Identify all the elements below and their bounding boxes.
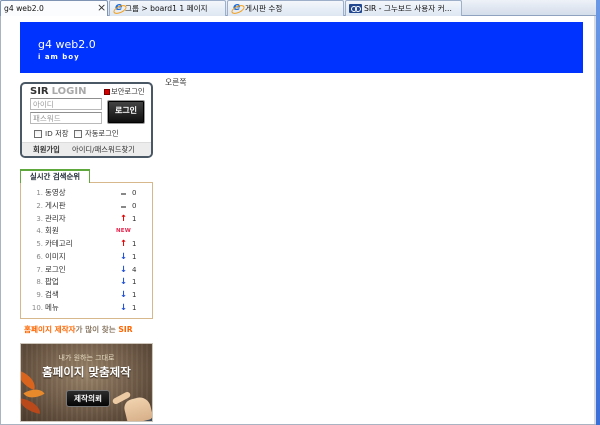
secure-login-link[interactable]: 보안로그인 xyxy=(111,87,145,97)
main-content-text: 오른쪽 xyxy=(165,78,187,87)
secure-login-icon[interactable] xyxy=(104,89,110,95)
trend-up-icon xyxy=(120,238,128,251)
site-title[interactable]: g4 web2.0 xyxy=(38,38,96,51)
rank-number: 5. xyxy=(36,240,43,248)
login-box: SIRLOGIN 보안로그인 로그인 ID 저장 자동로그인 회원가입 아이디/… xyxy=(20,82,153,158)
tab-board1-page[interactable]: 그룹 > board1 1 페이지 xyxy=(109,0,226,16)
window-border-left xyxy=(0,16,1,425)
rank-keyword-link[interactable]: 로그인 xyxy=(45,264,66,277)
rank-number: 6. xyxy=(36,252,43,261)
ranking-tab[interactable]: 실시간 검색순위 xyxy=(20,169,90,183)
ranking-item[interactable]: 6.이미지 1 xyxy=(21,251,152,264)
tab-g4-web20[interactable]: g4 web2.0 xyxy=(0,0,108,16)
rank-change-count: 1 xyxy=(132,252,137,261)
trend-down-icon xyxy=(120,276,128,289)
user-id-input[interactable] xyxy=(30,98,102,110)
ranking-item[interactable]: 1. 동영상 0 xyxy=(21,187,152,200)
login-title: SIR LOGIN xyxy=(30,86,86,98)
rank-number: 8. xyxy=(36,278,43,287)
browser-tab-bar: g4 web2.0 그룹 > board1 1 페이지 게시판 수정 SIR -… xyxy=(0,0,596,16)
rank-change-count: 1 xyxy=(132,214,137,223)
tab-title: 그룹 > board1 1 페이지 xyxy=(125,4,208,13)
trend-down-icon xyxy=(120,251,128,264)
promo-text[interactable]: 홈페이지 제작자가 많이 찾는 SIR xyxy=(24,324,153,335)
pointing-hand-image xyxy=(122,395,152,421)
join-link[interactable]: 회원가입 xyxy=(33,144,60,155)
tab-title: SIR - 그누보드 사용자 커... xyxy=(364,4,452,13)
tab-sir-community[interactable]: SIR - 그누보드 사용자 커... xyxy=(345,0,462,16)
find-account-link[interactable]: 아이디/패스워드찾기 xyxy=(72,144,135,155)
trend-up-icon xyxy=(120,213,128,226)
trend-same-icon xyxy=(120,187,128,200)
ranking-item[interactable]: 5.카테고리 1 xyxy=(21,238,152,251)
rank-change-count: 0 xyxy=(132,189,137,197)
password-input[interactable] xyxy=(30,112,102,124)
rank-keyword-link[interactable]: 동영상 xyxy=(45,187,66,200)
ranking-list: 1.동영상02.게시판03.관리자14.회원NEW5.카테고리16.이미지17.… xyxy=(21,187,152,315)
tab-title: 게시판 수정 xyxy=(245,4,283,13)
request-production-button[interactable]: 제작의뢰 xyxy=(66,390,110,407)
ranking-box: 1.동영상02.게시판03.관리자14.회원NEW5.카테고리16.이미지17.… xyxy=(20,182,153,319)
login-button[interactable]: 로그인 xyxy=(107,100,145,124)
ranking-item[interactable]: 7.로그인 4 xyxy=(21,264,152,277)
ranking-item[interactable]: 9.검색 1 xyxy=(21,289,152,302)
login-footer: 회원가입 아이디/패스워드찾기 xyxy=(22,142,151,156)
tab-board-edit[interactable]: 게시판 수정 xyxy=(227,0,344,16)
banner-tagline: 내가 원하는 그대로 xyxy=(58,354,115,362)
rank-keyword-link[interactable]: 이미지 xyxy=(45,251,66,264)
rank-number: 10. xyxy=(31,303,43,312)
rank-change-count: 1 xyxy=(132,291,137,299)
rank-keyword-link[interactable]: 카테고리 xyxy=(45,238,73,251)
rank-keyword-link[interactable]: 팝업 xyxy=(45,276,59,289)
rank-change-count: 1 xyxy=(132,278,137,287)
rank-keyword-link[interactable]: 관리자 xyxy=(45,213,66,226)
ranking-item[interactable]: 4. 회원 NEW xyxy=(21,225,152,238)
trend-same-icon xyxy=(120,200,128,213)
rank-number: 7. xyxy=(36,265,43,274)
sir-site-icon xyxy=(349,4,362,13)
ie-icon xyxy=(114,1,124,13)
ranking-item[interactable]: 10.메뉴 1 xyxy=(21,302,152,315)
tab-title: g4 web2.0 xyxy=(4,4,44,13)
rank-number: 3. xyxy=(36,214,43,223)
save-id-checkbox[interactable] xyxy=(34,130,42,138)
auto-login-checkbox[interactable] xyxy=(74,130,82,138)
trend-down-icon xyxy=(120,289,128,302)
login-label: LOGIN xyxy=(51,86,87,97)
rank-change-count: 0 xyxy=(132,201,137,210)
autumn-leaf-image xyxy=(21,398,42,414)
save-id-label[interactable]: ID 저장 xyxy=(45,128,69,139)
login-brand: SIR xyxy=(30,86,49,97)
ranking-item[interactable]: 2. 게시판 0 xyxy=(21,200,152,213)
ie-icon xyxy=(232,1,242,13)
rank-change-count: 1 xyxy=(132,240,137,248)
promo-middle: 가 많이 찾는 xyxy=(75,325,119,334)
rank-number: 9. xyxy=(36,291,43,299)
trend-down-icon xyxy=(120,264,128,277)
banner-headline: 홈페이지 맞춤제작 xyxy=(42,365,131,379)
promo-highlight: 홈페이지 제작자 xyxy=(24,325,76,334)
new-badge: NEW xyxy=(116,228,132,235)
rank-number: 4. xyxy=(36,227,43,236)
site-header-banner: g4 web2.0 i am boy xyxy=(20,22,583,73)
auto-login-label[interactable]: 자동로그인 xyxy=(85,128,119,139)
promo-brand: SIR xyxy=(118,325,133,334)
ranking-item[interactable]: 3.관리자 1 xyxy=(21,213,152,226)
rank-change-count: 4 xyxy=(132,265,137,274)
trend-down-icon xyxy=(120,302,128,315)
rank-keyword-link[interactable]: 회원 xyxy=(45,225,59,238)
rank-change-count: 1 xyxy=(132,303,137,312)
rank-number: 1. xyxy=(36,189,43,197)
window-frame xyxy=(596,0,600,425)
rank-number: 2. xyxy=(36,201,43,210)
rank-keyword-link[interactable]: 메뉴 xyxy=(45,302,59,315)
ranking-item[interactable]: 8.팝업 1 xyxy=(21,276,152,289)
rank-keyword-link[interactable]: 검색 xyxy=(45,289,59,302)
custom-homepage-banner[interactable]: 내가 원하는 그대로 홈페이지 맞춤제작 제작의뢰 xyxy=(20,343,153,422)
close-icon[interactable] xyxy=(96,1,106,14)
site-subtitle: i am boy xyxy=(38,53,80,61)
rank-keyword-link[interactable]: 게시판 xyxy=(45,200,66,213)
